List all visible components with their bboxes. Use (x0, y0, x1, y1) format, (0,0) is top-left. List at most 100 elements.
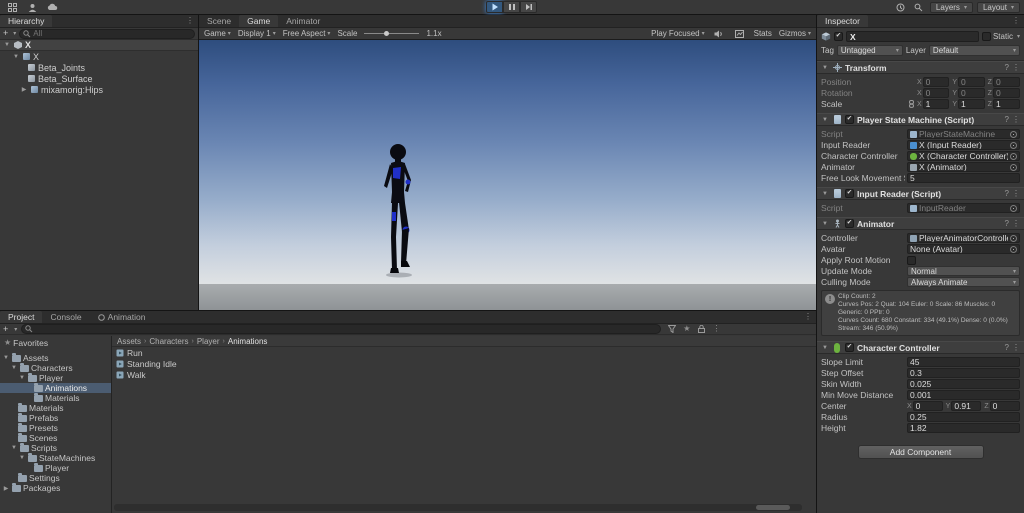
object-picker-icon[interactable] (1010, 204, 1017, 212)
object-picker-icon[interactable] (1010, 163, 1017, 171)
create-button[interactable]: + (3, 324, 8, 334)
static-toggle[interactable]: Static ▾ (981, 32, 1020, 41)
uniform-scale-link-icon[interactable] (907, 100, 915, 108)
play-focused-dropdown[interactable]: Play Focused ▾ (651, 29, 704, 38)
foldout-icon[interactable]: ▼ (18, 375, 26, 381)
character-controller-header[interactable]: ▼ ✔ Character Controller ? ⋮ (817, 341, 1024, 354)
center-z-field[interactable]: 0 (989, 401, 1021, 411)
breadcrumb-segment[interactable]: Player (197, 337, 220, 346)
tree-item-player[interactable]: ▼ Player (0, 373, 111, 383)
scrollbar-thumb[interactable] (756, 505, 790, 510)
foldout-icon[interactable]: ▼ (821, 65, 829, 71)
tree-item-scenes[interactable]: Scenes (0, 433, 111, 443)
position-y-field[interactable]: 0 (958, 77, 985, 87)
tab-project[interactable]: Project (0, 311, 43, 323)
tree-item-prefabs[interactable]: Prefabs (0, 413, 111, 423)
animator-header[interactable]: ▼ ✔ Animator ? ⋮ (817, 217, 1024, 230)
tree-item-materials[interactable]: Materials (0, 403, 111, 413)
horizontal-scrollbar[interactable] (114, 504, 802, 511)
component-enabled-checkbox[interactable]: ✔ (845, 219, 854, 228)
min-move-distance-field[interactable]: 0.001 (907, 390, 1020, 400)
foldout-icon[interactable]: ▼ (821, 191, 829, 197)
favorites-header[interactable]: ★ Favorites (0, 338, 111, 348)
layout-dropdown[interactable]: Layout ▾ (976, 1, 1020, 13)
cloud-icon[interactable] (45, 1, 59, 13)
help-icon[interactable]: ? (1005, 115, 1009, 124)
foldout-icon[interactable]: ▼ (821, 117, 829, 123)
tree-item-materials-player[interactable]: Materials (0, 393, 111, 403)
chevron-down-icon[interactable]: ▾ (13, 30, 16, 37)
tree-item-settings[interactable]: Settings (0, 473, 111, 483)
step-button[interactable] (520, 1, 537, 13)
step-offset-field[interactable]: 0.3 (907, 368, 1020, 378)
aspect-dropdown[interactable]: Free Aspect ▾ (283, 29, 331, 38)
scale-slider-knob[interactable] (383, 31, 389, 36)
movement-speed-field[interactable]: 5 (907, 173, 1020, 183)
tab-game[interactable]: Game (239, 15, 279, 27)
apply-root-motion-checkbox[interactable] (907, 255, 916, 265)
game-viewport[interactable] (199, 40, 816, 310)
asset-item-walk[interactable]: Walk (112, 370, 816, 380)
stats-button[interactable]: Stats (754, 29, 772, 38)
metrics-icon[interactable] (733, 28, 747, 40)
gizmos-dropdown[interactable]: Gizmos ▾ (779, 29, 811, 38)
grid-tool-icon[interactable] (5, 1, 19, 13)
pause-button[interactable] (503, 1, 520, 13)
foldout-icon[interactable]: ▼ (12, 54, 20, 60)
help-icon[interactable]: ? (1005, 63, 1009, 72)
breadcrumb-segment[interactable]: Characters (149, 337, 188, 346)
transform-header[interactable]: ▼ Transform ? ⋮ (817, 61, 1024, 74)
play-button[interactable] (486, 1, 503, 13)
asset-item-run[interactable]: Run (112, 348, 816, 358)
rotation-z-field[interactable]: 0 (992, 88, 1020, 98)
scene-header[interactable]: ▼ X (0, 40, 198, 51)
position-z-field[interactable]: 0 (992, 77, 1020, 87)
component-menu-icon[interactable]: ⋮ (1012, 219, 1020, 228)
tab-inspector[interactable]: Inspector (817, 15, 868, 27)
foldout-icon[interactable]: ▶ (2, 485, 10, 492)
type-filter-icon[interactable] (665, 323, 679, 335)
foldout-icon[interactable]: ▼ (10, 365, 18, 371)
foldout-icon[interactable]: ▼ (821, 221, 829, 227)
hierarchy-item[interactable]: Beta_Surface (0, 73, 198, 84)
layer-dropdown[interactable]: Default ▾ (928, 45, 1020, 56)
foldout-icon[interactable]: ▶ (20, 86, 28, 93)
tree-item-animations[interactable]: Animations (0, 383, 111, 393)
hierarchy-search-input[interactable] (33, 29, 191, 38)
static-checkbox[interactable] (981, 32, 991, 41)
rotation-y-field[interactable]: 0 (958, 88, 985, 98)
hierarchy-item[interactable]: Beta_Joints (0, 62, 198, 73)
skin-width-field[interactable]: 0.025 (907, 379, 1020, 389)
scale-y-field[interactable]: 1 (958, 99, 985, 109)
chevron-down-icon[interactable]: ▾ (14, 326, 17, 333)
tree-item-statemachines[interactable]: ▼ StateMachines (0, 453, 111, 463)
help-icon[interactable]: ? (1005, 343, 1009, 352)
game-view-dropdown[interactable]: Game ▾ (204, 29, 231, 38)
component-enabled-checkbox[interactable]: ✔ (845, 189, 854, 198)
create-button[interactable]: + (3, 29, 8, 38)
tree-item-assets[interactable]: ▼ Assets (0, 353, 111, 363)
input-reader-header[interactable]: ▼ ✔ Input Reader (Script) ? ⋮ (817, 187, 1024, 200)
object-picker-icon[interactable] (1010, 141, 1017, 149)
hierarchy-item[interactable]: ▶ mixamorig:Hips (0, 84, 198, 95)
component-menu-icon[interactable]: ⋮ (1012, 63, 1020, 72)
object-picker-icon[interactable] (1010, 152, 1017, 160)
project-search-input[interactable] (35, 324, 658, 334)
account-icon[interactable] (25, 1, 39, 13)
help-icon[interactable]: ? (1005, 189, 1009, 198)
input-reader-field[interactable]: X (Input Reader) (907, 140, 1020, 150)
tab-animator[interactable]: Animator (278, 15, 328, 27)
foldout-icon[interactable]: ▼ (3, 42, 11, 48)
favorite-search-icon[interactable]: ★ (683, 325, 690, 333)
mute-audio-icon[interactable] (712, 28, 726, 40)
help-icon[interactable]: ? (1005, 219, 1009, 228)
layers-dropdown[interactable]: Layers ▾ (929, 1, 973, 13)
asset-item-standing-idle[interactable]: Standing Idle (112, 359, 816, 369)
panel-menu-icon[interactable]: ⋮ (1012, 17, 1020, 25)
component-menu-icon[interactable]: ⋮ (1012, 343, 1020, 352)
update-mode-dropdown[interactable]: Normal ▾ (907, 266, 1020, 276)
component-enabled-checkbox[interactable]: ✔ (845, 343, 854, 352)
component-menu-icon[interactable]: ⋮ (1012, 115, 1020, 124)
tree-item-characters[interactable]: ▼ Characters (0, 363, 111, 373)
position-x-field[interactable]: 0 (922, 77, 950, 87)
